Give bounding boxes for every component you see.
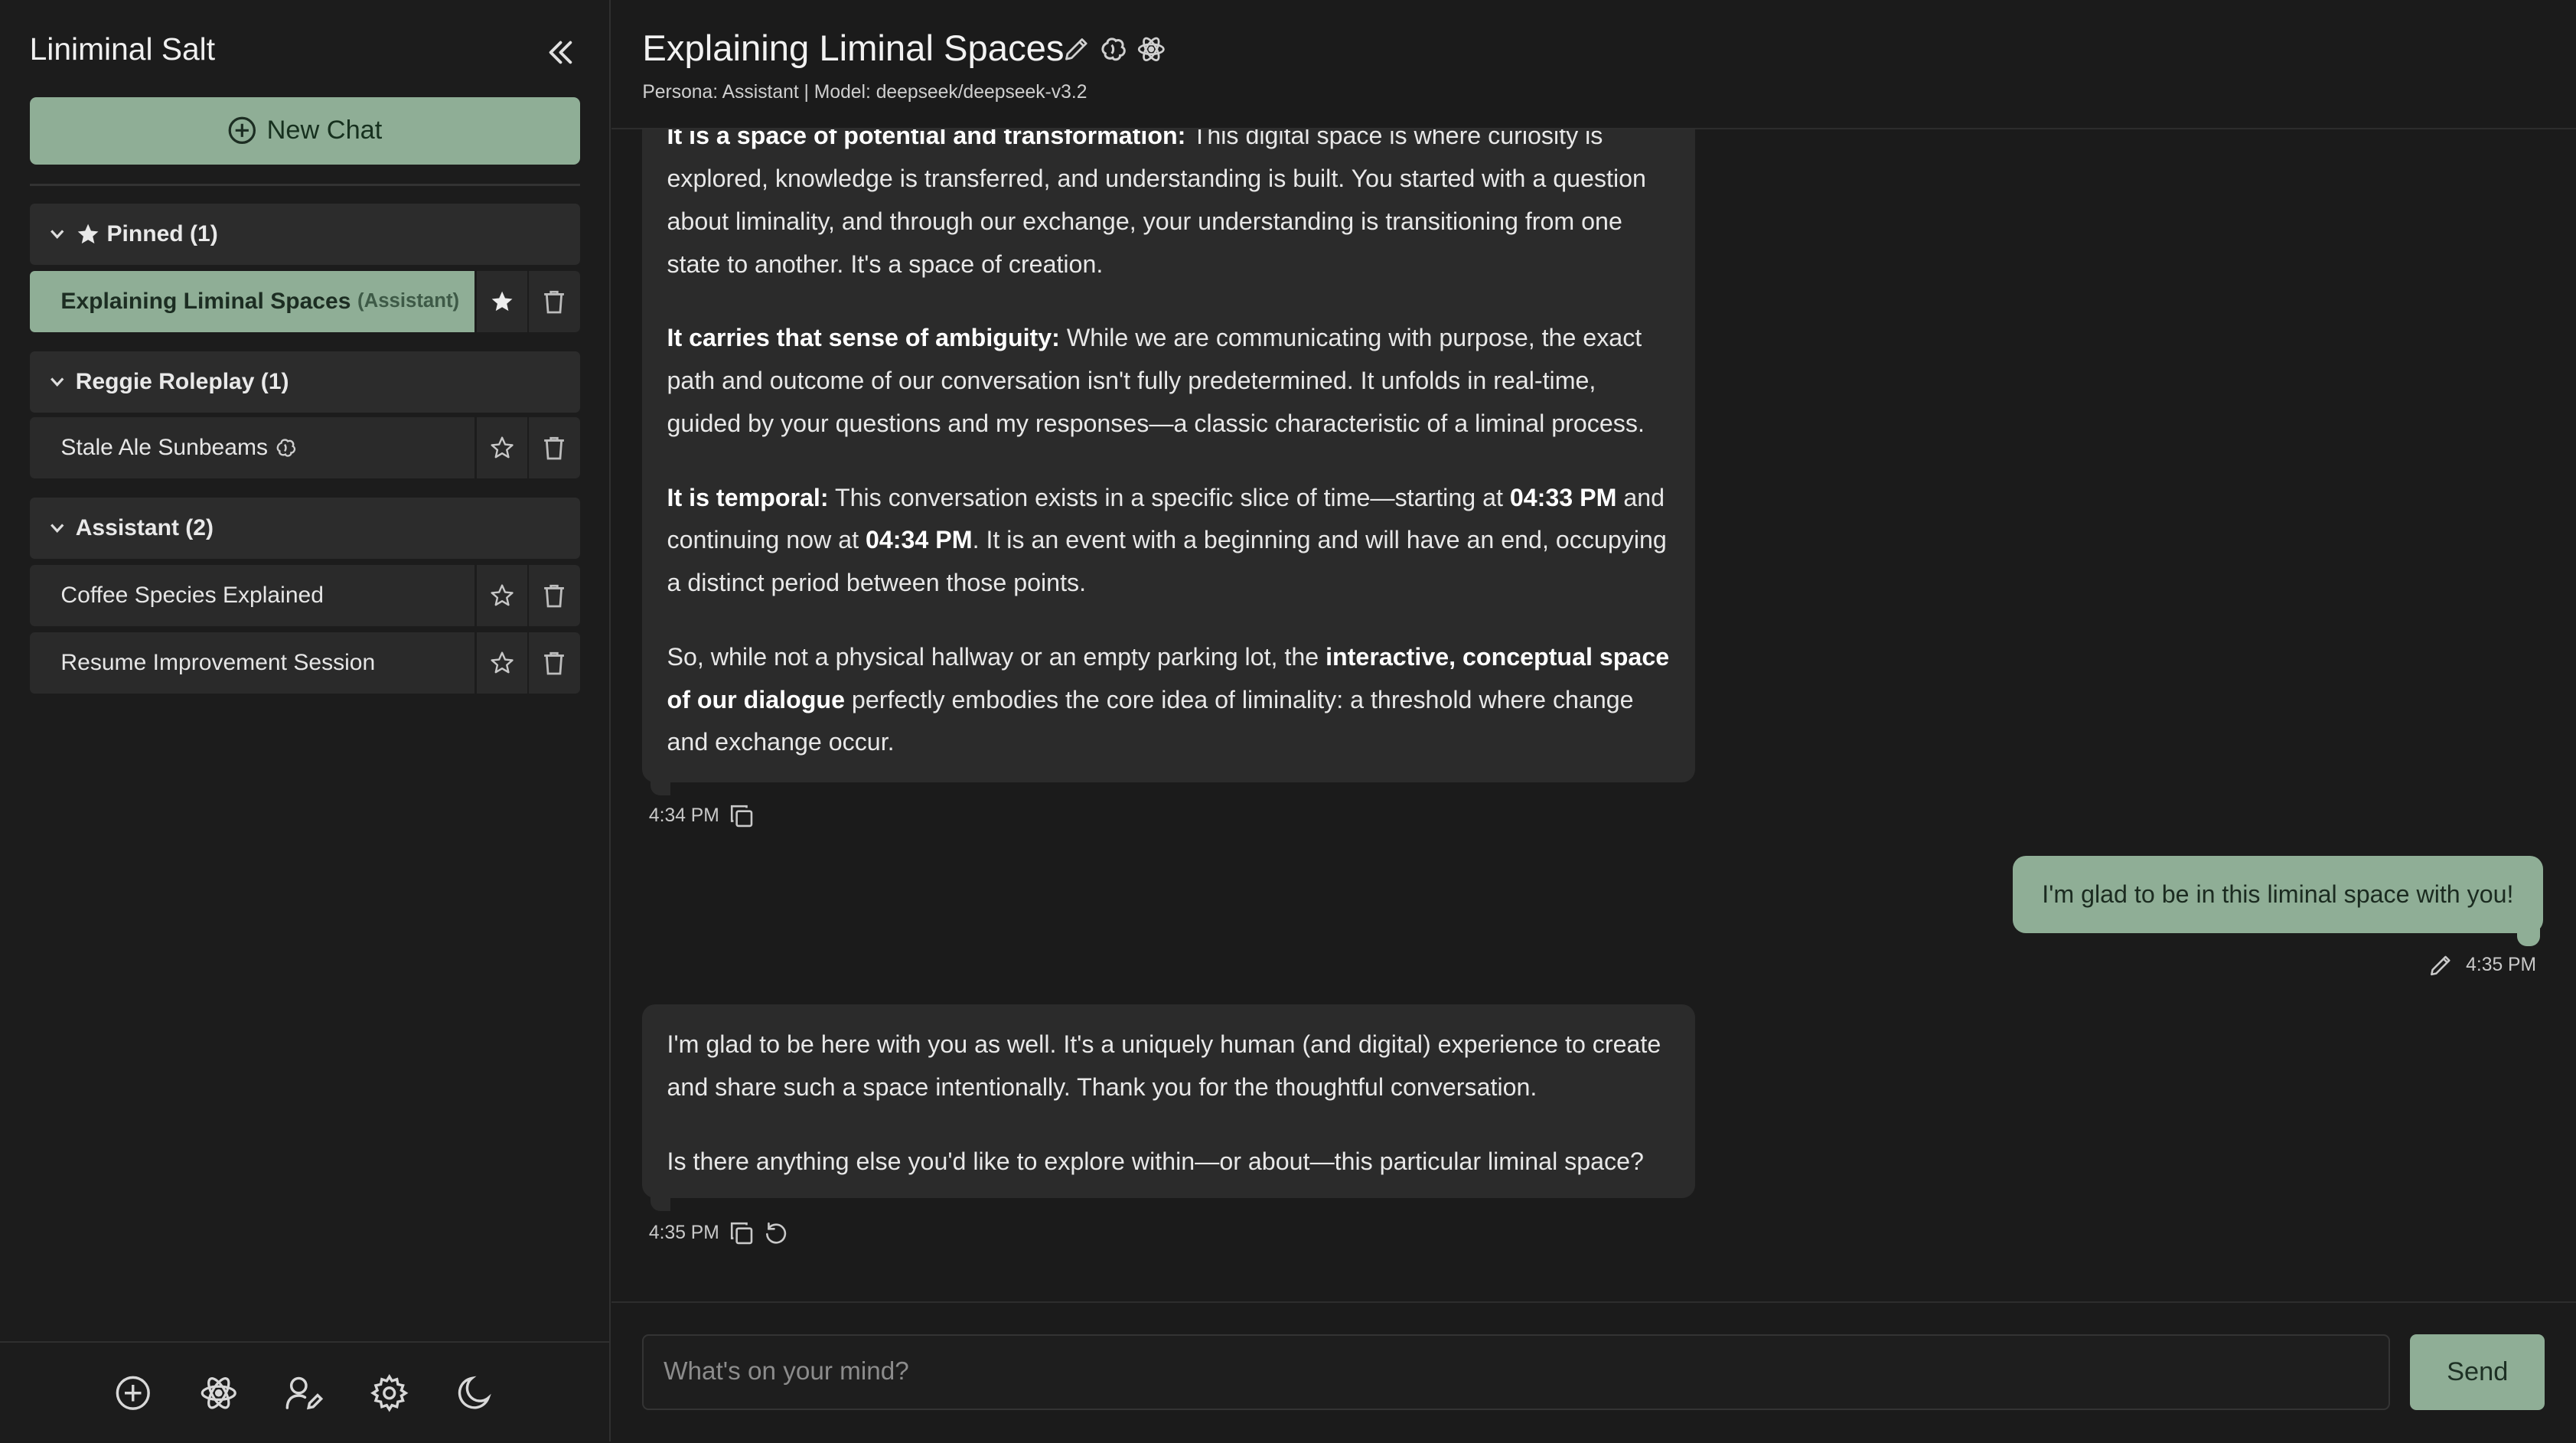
trash-icon (543, 583, 566, 608)
user-edit-icon[interactable] (284, 1373, 324, 1413)
message-paragraph: It carries that sense of ambiguity: Whil… (667, 324, 1645, 437)
chat-item-title-button[interactable]: Resume Improvement Session (29, 632, 475, 694)
chat-title: Coffee Species Explained (60, 583, 324, 609)
star-filled-icon (490, 289, 514, 314)
chat-title: Resume Improvement Session (60, 650, 376, 676)
atom-icon[interactable] (199, 1373, 239, 1413)
unpin-button[interactable] (476, 271, 528, 332)
group-label: Pinned (1) (106, 220, 218, 246)
delete-chat-button[interactable] (529, 271, 580, 332)
title-actions (1061, 34, 1166, 64)
regenerate-icon[interactable] (764, 1221, 788, 1245)
page-title: Explaining Liminal Spaces (642, 28, 1065, 70)
chat-item: Stale Ale Sunbeams (29, 417, 580, 478)
trash-icon (543, 651, 566, 675)
message-tail (651, 1194, 670, 1212)
delete-chat-button[interactable] (529, 417, 580, 478)
sidebar-footer (0, 1340, 610, 1443)
app-title: Liniminal Salt (29, 31, 216, 67)
trash-icon (543, 436, 566, 460)
assistant-message: I'm glad to be here with you as well. It… (642, 1004, 1696, 1198)
star-outline-icon (490, 436, 514, 460)
message-tail (651, 779, 670, 795)
star-outline-icon (490, 651, 514, 675)
moon-icon[interactable] (455, 1373, 495, 1413)
group-label: Assistant (2) (75, 515, 214, 541)
chat-subtitle: Persona: Assistant | Model: deepseek/dee… (642, 82, 1087, 103)
chat-item-title-button[interactable]: Coffee Species Explained (29, 565, 475, 626)
atom-icon[interactable] (1136, 34, 1166, 64)
chat-item: Explaining Liminal Spaces (Assistant) (29, 271, 580, 332)
new-chat-button[interactable]: New Chat (29, 96, 580, 165)
pin-button[interactable] (476, 565, 528, 626)
message-paragraph: I'm glad to be here with you as well. It… (667, 1030, 1661, 1102)
chat-title: Stale Ale Sunbeams (60, 434, 269, 460)
divider (29, 184, 580, 186)
chat-item-title-button[interactable]: Stale Ale Sunbeams (29, 417, 475, 478)
user-message-text: I'm glad to be in this liminal space wit… (2042, 880, 2514, 909)
composer: Send (611, 1301, 2576, 1443)
user-message: I'm glad to be in this liminal space wit… (2012, 856, 2544, 934)
message-time: 4:34 PM (648, 805, 719, 826)
star-outline-icon (490, 583, 514, 608)
chat-item: Coffee Species Explained (29, 565, 580, 626)
chevron-down-icon (49, 374, 65, 390)
message-meta: 4:35 PM (2428, 953, 2536, 978)
new-chat-label: New Chat (266, 116, 383, 145)
message-time: 4:35 PM (2466, 955, 2537, 976)
chat-header: Explaining Liminal Spaces Persona: Assis… (611, 0, 2576, 130)
message-paragraph: Is there anything else you'd like to exp… (667, 1147, 1644, 1175)
edit-pencil-icon[interactable] (2428, 953, 2453, 978)
plus-circle-icon (227, 116, 257, 145)
group-label: Reggie Roleplay (1) (75, 369, 289, 395)
star-filled-icon (76, 222, 100, 246)
message-paragraph: It is temporal: This conversation exists… (667, 483, 1667, 597)
chat-item-title-button[interactable]: Explaining Liminal Spaces (Assistant) (29, 271, 475, 332)
edit-pencil-icon[interactable] (1061, 34, 1091, 64)
chat-main-panel: It is a space of potential and transform… (611, 0, 2576, 1443)
chevron-down-icon (49, 226, 65, 242)
send-button[interactable]: Send (2410, 1334, 2545, 1410)
trash-icon (543, 289, 566, 314)
collapse-sidebar-icon[interactable] (544, 36, 577, 69)
chat-item: Resume Improvement Session (29, 632, 580, 694)
message-paragraph: It is a space of potential and transform… (667, 122, 1646, 278)
assistant-message: It is a space of potential and transform… (642, 95, 1696, 782)
brain-icon[interactable] (1099, 34, 1129, 64)
group-header-pinned[interactable]: Pinned (1) (29, 204, 580, 265)
copy-icon[interactable] (729, 1221, 754, 1245)
chat-title: Explaining Liminal Spaces (60, 288, 351, 314)
message-tail (2516, 923, 2540, 947)
chevron-down-icon (49, 520, 65, 536)
delete-chat-button[interactable] (529, 565, 580, 626)
chat-persona-tag: (Assistant) (357, 290, 460, 312)
pin-button[interactable] (476, 417, 528, 478)
brain-icon (275, 436, 298, 459)
message-paragraph: So, while not a physical hallway or an e… (667, 642, 1670, 756)
message-input[interactable] (642, 1334, 2391, 1410)
message-time: 4:35 PM (648, 1223, 719, 1244)
group-header-reggie-roleplay[interactable]: Reggie Roleplay (1) (29, 351, 580, 413)
sidebar: Liniminal Salt New Chat Pinned (1) Expla… (0, 0, 611, 1441)
new-chat-icon[interactable] (113, 1373, 153, 1413)
copy-icon[interactable] (729, 804, 754, 828)
message-meta: 4:34 PM (649, 804, 754, 828)
delete-chat-button[interactable] (529, 632, 580, 694)
settings-icon[interactable] (370, 1373, 409, 1413)
pin-button[interactable] (476, 632, 528, 694)
message-meta: 4:35 PM (649, 1221, 788, 1245)
group-header-assistant[interactable]: Assistant (2) (29, 498, 580, 559)
